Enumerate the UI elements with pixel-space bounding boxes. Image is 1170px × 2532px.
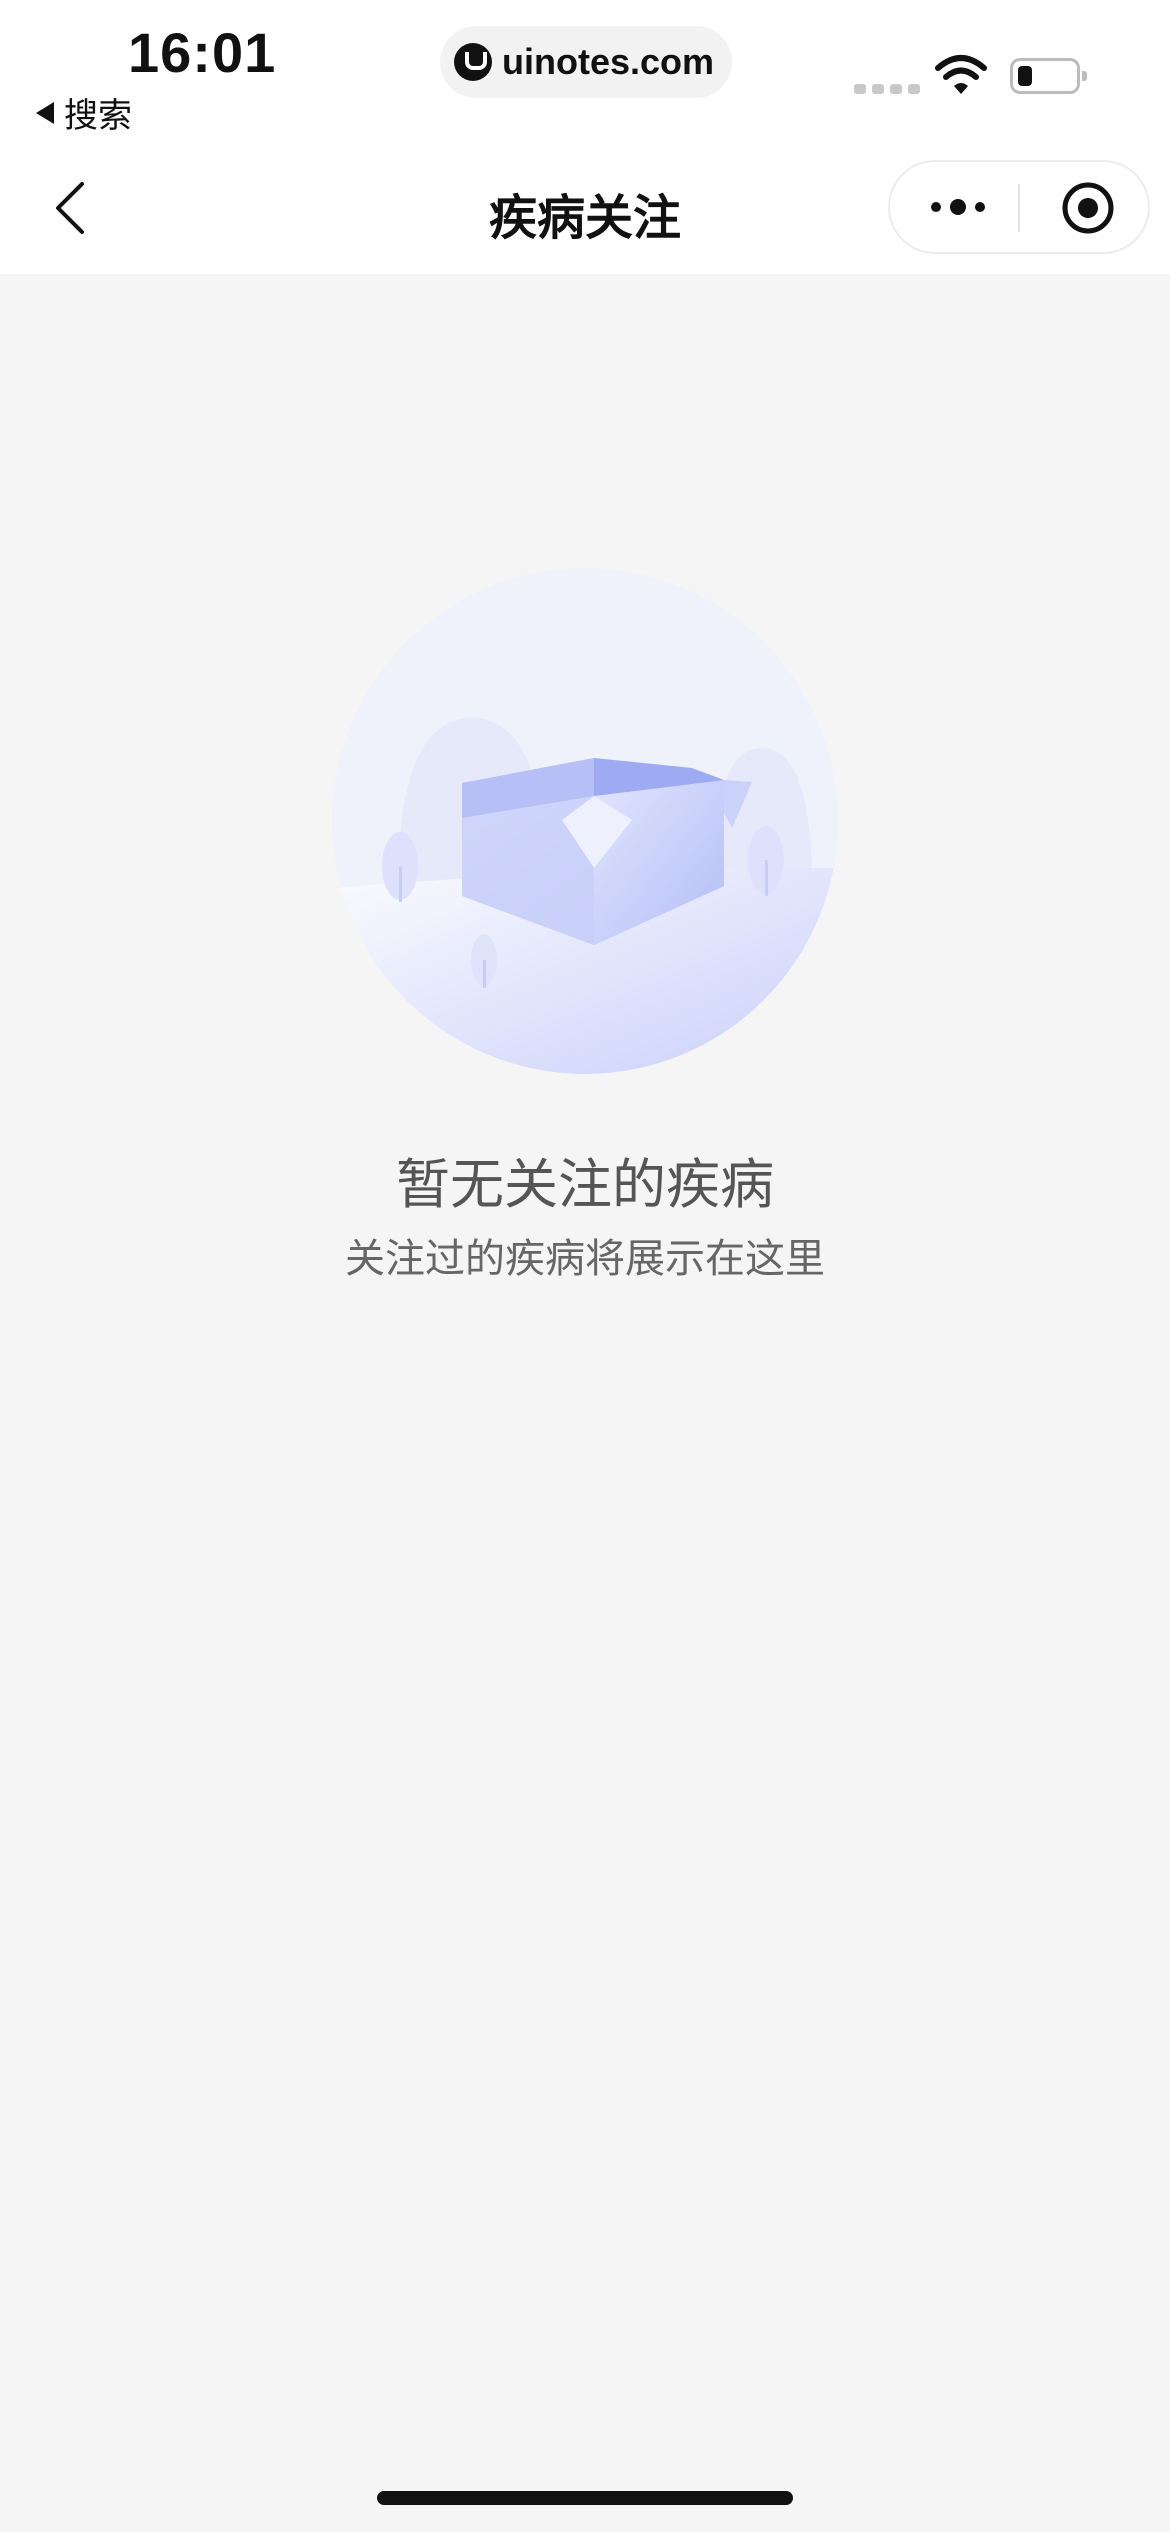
- empty-state-subtitle: 关注过的疾病将展示在这里: [345, 1236, 825, 1282]
- capsule-divider: [1018, 184, 1020, 232]
- battery-icon: [1010, 58, 1087, 94]
- more-dots-icon[interactable]: [928, 192, 988, 222]
- home-indicator[interactable]: [377, 2491, 793, 2505]
- empty-state-title: 暂无关注的疾病: [396, 1153, 774, 1216]
- target-circle-icon[interactable]: [1060, 180, 1116, 236]
- empty-box-illustration: [332, 568, 838, 1074]
- back-triangle-icon: [36, 101, 54, 124]
- navigation-bar: 疾病关注: [0, 150, 1170, 274]
- status-bar: 16:01 搜索 uinotes.com: [0, 0, 1170, 150]
- url-pill: uinotes.com: [440, 26, 732, 98]
- status-time: 16:01: [128, 21, 277, 84]
- mini-program-capsule: [888, 160, 1150, 254]
- wifi-icon: [935, 55, 987, 94]
- back-app-label: 搜索: [64, 96, 132, 136]
- back-to-app-link[interactable]: 搜索: [36, 88, 132, 137]
- site-logo-icon: [454, 43, 492, 81]
- url-text: uinotes.com: [502, 41, 715, 82]
- cellular-signal-icon: [854, 84, 920, 94]
